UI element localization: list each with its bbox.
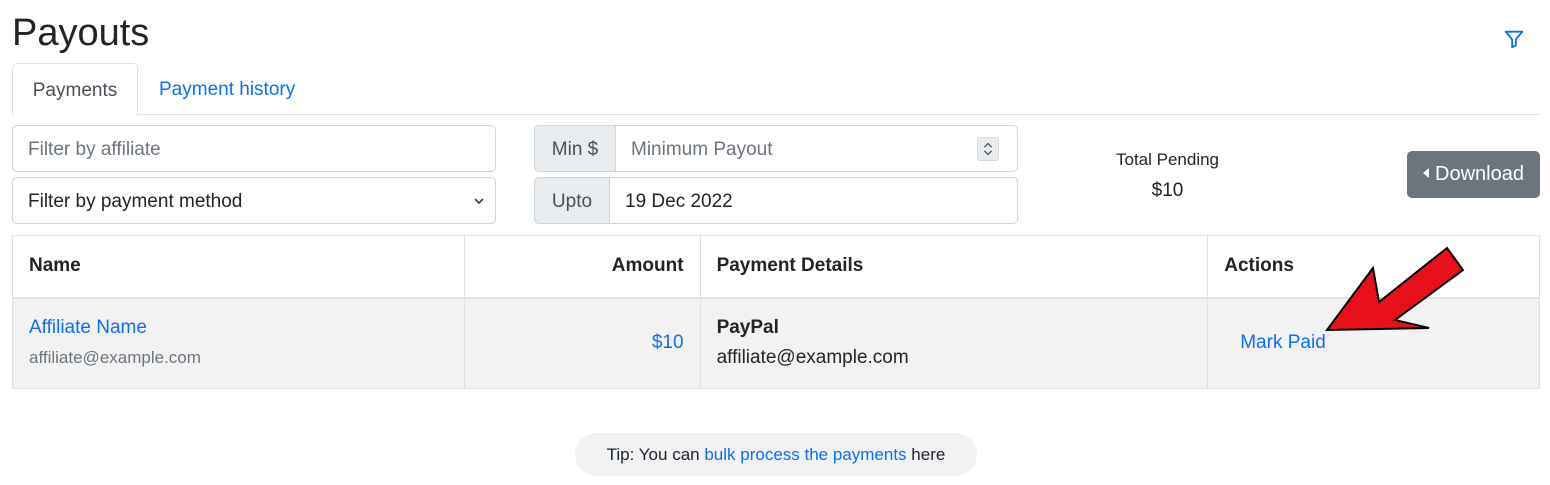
- header-name[interactable]: Name: [12, 235, 465, 299]
- affiliate-filter-input[interactable]: Filter by affiliate: [12, 125, 496, 172]
- minimum-payout-input[interactable]: Minimum Payout: [616, 125, 1018, 172]
- tip-suffix: here: [911, 445, 946, 464]
- payment-method: PayPal: [716, 317, 779, 339]
- affiliate-name-link[interactable]: Affiliate Name: [29, 313, 448, 343]
- total-pending-value: $10: [1151, 180, 1184, 201]
- payment-method-selected: Filter by payment method: [28, 191, 243, 212]
- total-pending-label: Total Pending: [1115, 150, 1220, 169]
- upto-label: Upto: [534, 177, 610, 224]
- page-title: Payouts: [12, 12, 150, 54]
- table-header-row: Name Amount Payment Details Actions: [12, 235, 1540, 299]
- payment-method-select[interactable]: Filter by payment method: [12, 177, 496, 224]
- chevron-down-icon: [474, 198, 484, 205]
- cell-payment-details: PayPal affiliate@example.com: [699, 297, 1209, 389]
- download-button[interactable]: Download: [1407, 151, 1540, 198]
- upto-date-input[interactable]: 19 Dec 2022: [610, 177, 1018, 224]
- minimum-payout-placeholder: Minimum Payout: [631, 139, 773, 160]
- table-row: Affiliate Name affiliate@example.com $10…: [12, 297, 1540, 389]
- tip-prefix: Tip: You can: [606, 445, 700, 464]
- header-amount[interactable]: Amount: [463, 235, 701, 299]
- affiliate-email: affiliate@example.com: [29, 348, 201, 368]
- tab-bar: Payments Payment history: [12, 63, 1540, 116]
- header-payment-details: Payment Details: [699, 235, 1209, 299]
- cell-name: Affiliate Name affiliate@example.com: [12, 297, 465, 389]
- annotation-arrow: [1325, 246, 1465, 332]
- mark-paid-link[interactable]: Mark Paid: [1240, 332, 1326, 353]
- funnel-icon[interactable]: [1503, 28, 1525, 50]
- bulk-process-link[interactable]: bulk process the payments: [704, 445, 906, 464]
- tip-banner: Tip: You can bulk process the payments h…: [575, 433, 977, 476]
- tab-payment-history[interactable]: Payment history: [139, 63, 315, 115]
- download-label: Download: [1435, 163, 1524, 185]
- payouts-table: Name Amount Payment Details Actions Affi…: [12, 235, 1540, 389]
- tab-payments[interactable]: Payments: [12, 63, 138, 116]
- cell-amount: $10: [463, 297, 701, 389]
- caret-left-icon: [1423, 168, 1430, 178]
- min-label: Min $: [534, 125, 616, 172]
- amount-link[interactable]: $10: [652, 332, 684, 353]
- spinner-icon[interactable]: [977, 137, 999, 161]
- payment-detail-email: affiliate@example.com: [716, 347, 909, 369]
